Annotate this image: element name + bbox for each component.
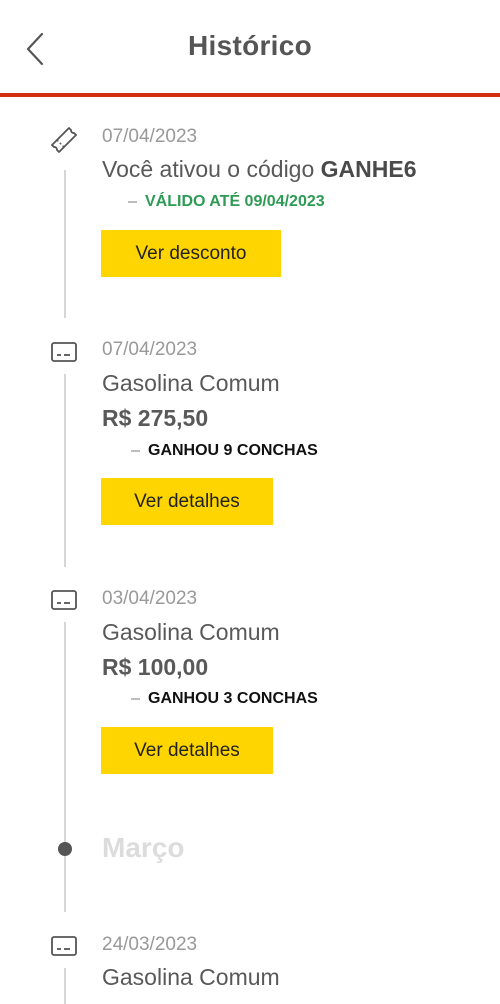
entry-date: 24/03/2023: [102, 934, 198, 955]
fuel-product: Gasolina Comum: [102, 370, 280, 396]
reward-text: GANHOU 3 CONCHAS: [148, 690, 318, 707]
validity-badge: VÁLIDO ATÉ 09/04/2023: [128, 193, 325, 211]
reward-text: GANHOU 9 CONCHAS: [148, 442, 318, 459]
fuel-product: Gasolina Comum: [102, 964, 280, 990]
month-separator: Março: [102, 832, 185, 863]
entry-date: 07/04/2023: [102, 339, 198, 360]
app-header: Histórico: [0, 0, 500, 93]
view-details-button[interactable]: Ver detalhes: [101, 727, 273, 774]
timeline-line: [64, 170, 66, 318]
fuel-product: Gasolina Comum: [102, 619, 280, 645]
entry-description: Você ativou o código GANHE6: [102, 156, 417, 183]
view-details-button[interactable]: Ver detalhes: [101, 478, 273, 525]
purchase-amount: R$ 100,00: [102, 654, 209, 680]
view-discount-button[interactable]: Ver desconto: [101, 230, 281, 277]
tag-dash: [128, 200, 137, 203]
promo-code: GANHE6: [320, 156, 417, 182]
month-dot: [58, 842, 72, 856]
entry-date: 03/04/2023: [102, 588, 198, 609]
timeline-line: [64, 622, 66, 912]
code-activation-text: Você ativou o código: [102, 156, 321, 182]
tag-dash: [131, 697, 140, 700]
card-icon: [51, 936, 77, 956]
entry-date: 07/04/2023: [102, 126, 198, 147]
tag-dash: [131, 449, 140, 452]
timeline-line: [64, 968, 66, 1004]
validity-text: VÁLIDO ATÉ 09/04/2023: [145, 193, 325, 210]
reward-badge: GANHOU 3 CONCHAS: [131, 690, 318, 708]
reward-badge: GANHOU 9 CONCHAS: [131, 442, 318, 460]
card-icon: [51, 590, 77, 610]
purchase-amount: R$ 275,50: [102, 405, 209, 431]
card-icon: [51, 342, 77, 362]
ticket-icon: [51, 127, 77, 153]
timeline-line: [64, 374, 66, 567]
page-title: Histórico: [187, 30, 313, 61]
header-divider: [0, 93, 500, 97]
